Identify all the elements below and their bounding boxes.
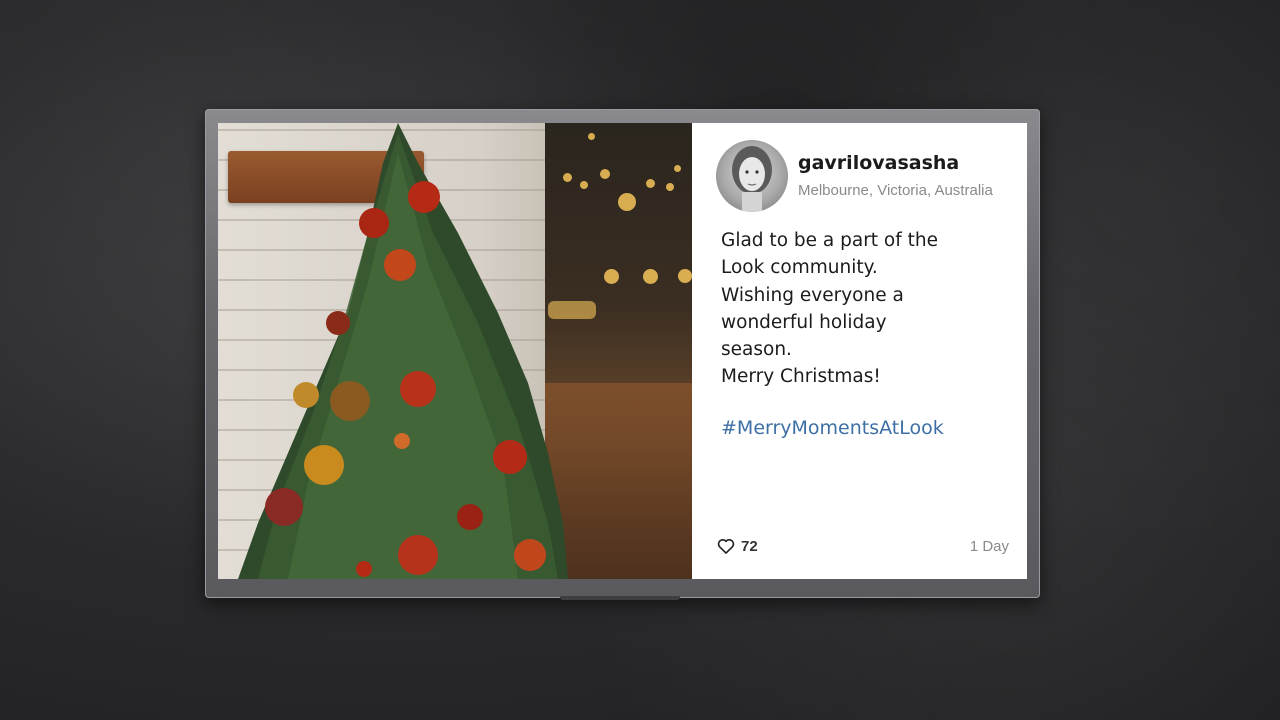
username[interactable]: gavrilovasasha <box>798 152 959 174</box>
avatar[interactable] <box>716 140 788 212</box>
hashtag-link[interactable]: #MerryMomentsAtLook <box>721 417 944 439</box>
post-caption: Glad to be a part of the Look community.… <box>721 230 939 388</box>
avatar-portrait <box>732 146 772 212</box>
likes-count: 72 <box>741 537 758 555</box>
post-timestamp: 1 Day <box>969 538 1009 555</box>
christmas-tree-illustration <box>238 123 568 579</box>
tv-display: gavrilovasasha Melbourne, Victoria, Aust… <box>205 109 1040 598</box>
location: Melbourne, Victoria, Australia <box>798 182 993 199</box>
post-card: gavrilovasasha Melbourne, Victoria, Aust… <box>692 123 1027 579</box>
heart-icon[interactable] <box>716 536 736 556</box>
tv-stand <box>560 596 680 600</box>
like-button[interactable]: 72 <box>716 536 758 556</box>
tv-screen: gavrilovasasha Melbourne, Victoria, Aust… <box>218 123 1027 579</box>
post-photo <box>218 123 692 579</box>
